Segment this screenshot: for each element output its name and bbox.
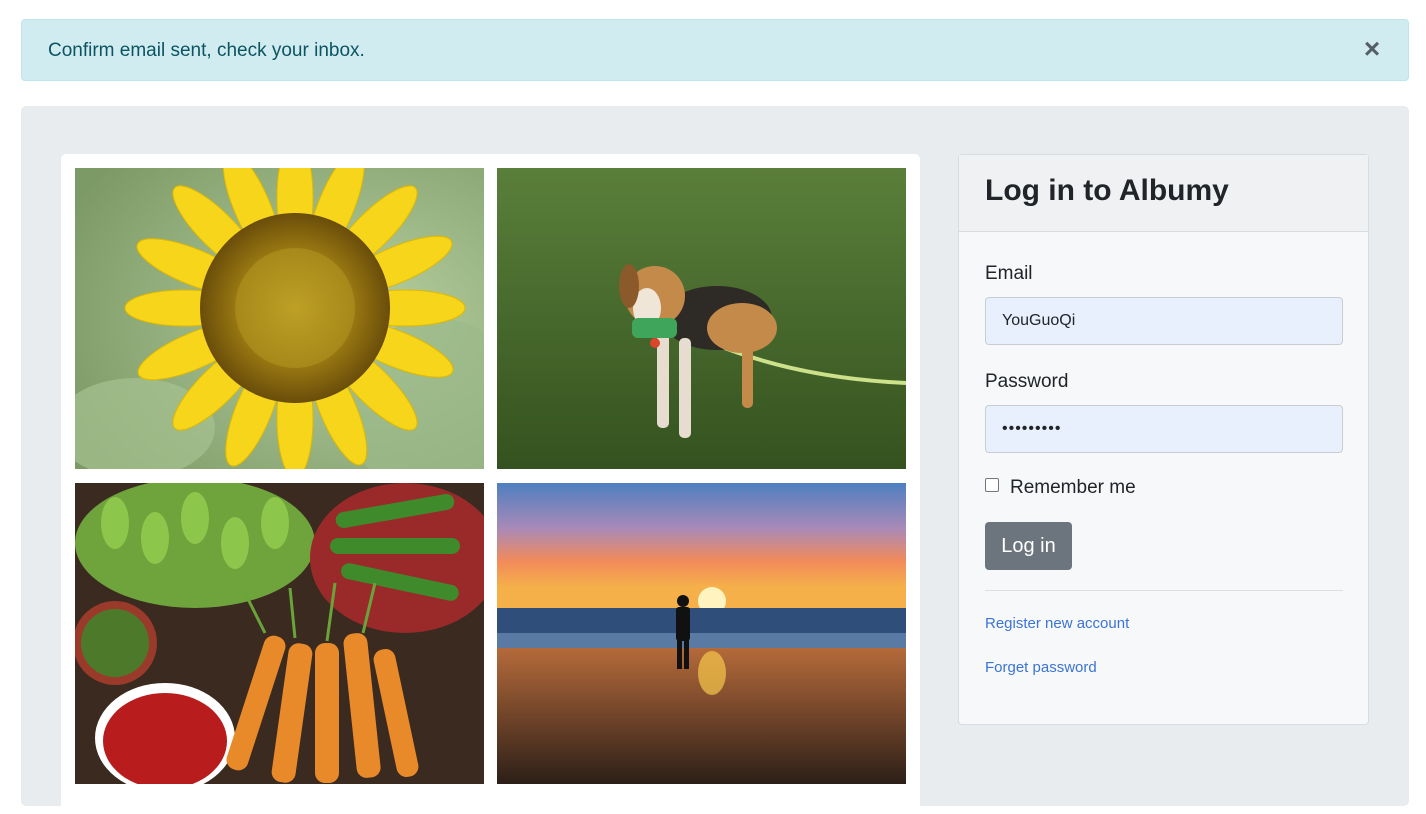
divider (985, 590, 1343, 591)
alert-info: Confirm email sent, check your inbox. × (21, 19, 1409, 81)
sunset-photo (497, 483, 906, 784)
close-icon[interactable]: × (1356, 34, 1388, 66)
register-link[interactable]: Register new account (985, 615, 1129, 633)
vegetables-photo (75, 483, 484, 784)
login-card: Log in to Albumy Email YouGuoQi Password… (958, 154, 1369, 725)
dog-photo (497, 168, 906, 469)
jumbotron: Log in to Albumy Email YouGuoQi Password… (21, 106, 1409, 814)
sunflower-photo (75, 168, 484, 469)
login-button[interactable]: Log in (985, 522, 1072, 570)
forget-password-link[interactable]: Forget password (985, 659, 1097, 677)
alert-message: Confirm email sent, check your inbox. (48, 40, 365, 61)
password-field[interactable]: ••••••••• (985, 405, 1343, 453)
email-label: Email (985, 263, 1033, 284)
card-header: Log in to Albumy (959, 155, 1368, 232)
email-field[interactable]: YouGuoQi (985, 297, 1343, 345)
photo-gallery (61, 154, 920, 814)
remember-checkbox[interactable] (985, 478, 999, 492)
password-label: Password (985, 371, 1069, 392)
remember-label[interactable]: Remember me (1010, 477, 1136, 499)
login-title: Log in to Albumy (985, 174, 1229, 207)
